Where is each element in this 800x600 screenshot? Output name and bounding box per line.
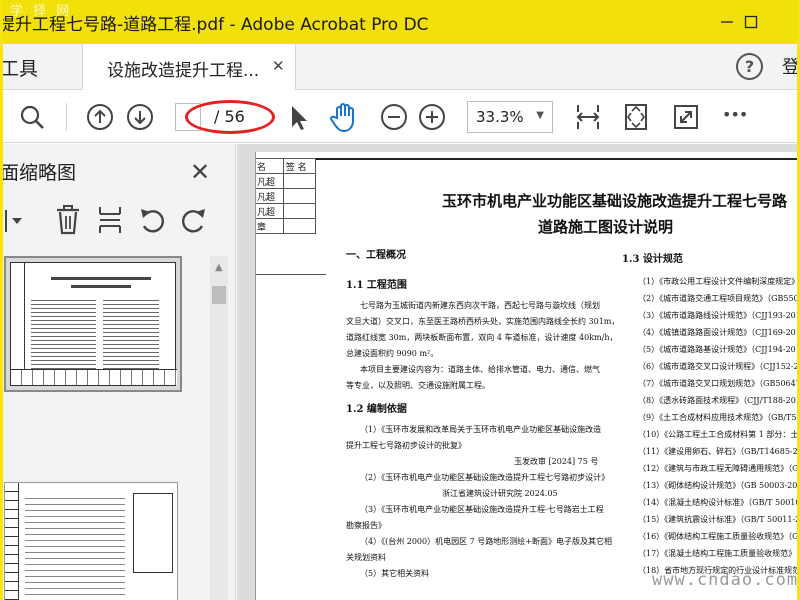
chevron-down-icon: ▼ — [536, 110, 544, 121]
spec-line: （1）《市政公用工程设计文件编制深度规定》(建 — [638, 277, 800, 286]
sign-in-button[interactable]: 登 — [782, 53, 800, 79]
spec-line: （16）《砌体结构工程施工质量验收规范》（GB 50 — [638, 532, 800, 541]
spec-line: （3）《城市道路路线设计规范》（CJJ193-2012） — [638, 311, 800, 320]
page-border — [316, 158, 800, 160]
spec-line: （17）《混凝土结构工程施工质量验收规范》（GB — [638, 549, 800, 558]
title-bar: 学 择 网 提升工程七号路-道路工程.pdf - Adobe Acrobat P… — [0, 0, 800, 44]
document-page: 名签 名 凡超 凡超 凡超 章 玉环市机电产业功能区基础设施改造提升工程七号路 … — [255, 152, 800, 600]
paragraph-line: 勘察报告》 — [346, 521, 386, 530]
maximize-button[interactable] — [728, 0, 774, 44]
spec-line: （8）《透水砖路面技术规程》（CJJ/T188-2012） — [638, 396, 800, 405]
signature-table: 名签 名 凡超 凡超 凡超 章 — [256, 158, 317, 234]
spec-line: （15）《建筑抗震设计标准》（GB/T 50011-2010）( — [638, 515, 800, 524]
main-toolbar: / 56 33.3% ▼ ••• — [0, 91, 800, 143]
next-page-icon[interactable] — [124, 101, 156, 133]
maximize-icon — [744, 15, 758, 29]
spec-line: （14）《混凝土结构设计标准》（GB/T 50010-2010 — [638, 498, 800, 507]
extract-pages-icon[interactable] — [96, 204, 124, 236]
scrollbar-thumb[interactable] — [212, 286, 226, 304]
zoom-level-value: 33.3% — [476, 108, 524, 126]
spec-line: （13）《砌体结构设计规范》（GB 50003-2011） — [638, 481, 800, 490]
paragraph-line: 本项目主要建设内容为：道路主体、给排水管道、电力、通信、燃气 — [360, 365, 600, 374]
document-viewer[interactable]: 名签 名 凡超 凡超 凡超 章 玉环市机电产业功能区基础设施改造提升工程七号路 … — [237, 144, 800, 600]
paragraph-line: 玉发改审 [2024] 75 号 — [514, 457, 599, 466]
spec-line: （10）《公路工程土工合成材料第 1 部分：土工格栅 — [638, 430, 800, 439]
spec-line: （9）《土工合成材料应用技术规范》（GB/T50290- — [638, 413, 800, 422]
options-dropdown-icon[interactable] — [0, 206, 28, 236]
close-tab-icon[interactable]: ✕ — [272, 57, 285, 75]
spec-line: （4）《城镇道路路面设计规范》（CJJ169-2012） — [638, 328, 800, 337]
paragraph-line: （3）《玉环市机电产业功能区基础设施改造提升工程-七号路岩土工程 — [360, 505, 604, 514]
annotation-ellipse — [185, 100, 275, 134]
spec-line: （7）《城市道路交叉口规划规范》（GB50647-2011 — [638, 379, 800, 388]
paragraph-line: 文旦大道）交叉口，东至医王路桥西桥头处，实施范围内路线全长约 301m， — [346, 317, 620, 326]
paragraph-line: 总建设面积约 9090 m²。 — [346, 349, 439, 358]
fit-width-icon[interactable] — [572, 101, 604, 133]
close-panel-icon[interactable]: ✕ — [190, 158, 210, 186]
panel-title: 面缩略图 — [0, 162, 77, 184]
thumbnail-scrollbar[interactable]: ▲ — [210, 256, 228, 600]
scroll-up-icon[interactable]: ▲ — [215, 262, 223, 273]
spec-line: （12）《建筑与市政工程无障碍通用规范》（GB55 — [638, 464, 800, 473]
trash-icon[interactable] — [54, 204, 82, 236]
paragraph-line: （4）《(台州 2000）机电园区 7 号路地形测绘+断面》电子版及其它相 — [360, 537, 612, 546]
paragraph-line: （1）《玉环市发展和改革局关于玉环市机电产业功能区基础设施改造 — [360, 425, 602, 434]
paragraph-line: （5）其它相关资料 — [360, 569, 430, 578]
signature-divider — [256, 274, 326, 275]
more-tools-icon[interactable]: ••• — [722, 105, 748, 124]
paragraph-line: 提升工程七号路初步设计的批复》 — [346, 441, 466, 450]
panel-toolbar — [0, 200, 236, 244]
zoom-in-icon[interactable] — [416, 101, 448, 133]
paragraph-line: （2）《玉环市机电产业功能区基础设施改造提升工程七号路初步设计》 — [360, 473, 610, 482]
rotate-right-icon[interactable] — [180, 206, 208, 234]
tab-bar: 工具 设施改造提升工程... ✕ ? 登 — [0, 44, 800, 90]
document-tab-label: 设施改造提升工程... — [107, 61, 260, 81]
fit-page-icon[interactable] — [620, 101, 652, 133]
section-heading: 1.3 设计规范 — [622, 254, 683, 265]
page-thumbnail[interactable] — [4, 482, 178, 600]
paragraph-line: 七号路为玉城街道内新建东西向次干路，西起七号路与漩坎线（规划 — [360, 301, 600, 310]
page-thumbnail[interactable] — [4, 256, 182, 392]
toolbar-divider — [66, 103, 67, 131]
section-heading: 1.1 工程范围 — [346, 280, 407, 291]
previous-page-icon[interactable] — [84, 101, 116, 133]
title-watermark: 学 择 网 — [10, 4, 73, 19]
document-title: 玉环市机电产业功能区基础设施改造提升工程七号路 — [442, 192, 788, 210]
help-icon[interactable]: ? — [736, 53, 763, 80]
hand-tool-icon[interactable] — [328, 101, 360, 133]
document-tab[interactable]: 设施改造提升工程... ✕ — [82, 44, 296, 90]
paragraph-line: 关规划资料 — [346, 553, 386, 562]
document-subtitle: 道路施工图设计说明 — [538, 218, 674, 236]
full-screen-icon[interactable] — [670, 101, 702, 133]
spec-line: （2）《城市道路交通工程项目规范》（GB55011-20 — [638, 294, 800, 303]
spec-line: （5）《城市道路路基设计规范》（CJJ194-2013） — [638, 345, 800, 354]
zoom-level-select[interactable]: 33.3% ▼ — [467, 101, 553, 133]
paragraph-line: 浙江省建筑设计研究院 2024.05 — [442, 489, 558, 498]
rotate-left-icon[interactable] — [138, 206, 166, 234]
section-heading: 1.2 编制依据 — [346, 404, 407, 415]
spec-line: （6）《城市道路交叉口设计规程》（CJJ152-2010） — [638, 362, 800, 371]
spec-line: （11）《建设用卵石、碎石》（GB/T14685-2022） — [638, 447, 800, 456]
select-tool-icon[interactable] — [282, 101, 314, 133]
search-icon[interactable] — [16, 101, 48, 133]
paragraph-line: 道路红线宽 30m，两块板断面布置，双向 4 车道标准，设计速度 40km/h， — [346, 333, 618, 342]
site-watermark: www.cndao.com — [652, 570, 799, 590]
thumbnail-list: 3 — [0, 256, 210, 600]
tools-tab[interactable]: 工具 — [0, 54, 38, 81]
zoom-out-icon[interactable] — [378, 101, 410, 133]
thumbnail-panel: 面缩略图 ✕ 3 ▲ — [0, 144, 236, 600]
paragraph-line: 等专业，以及照明、交通设施附属工程。 — [346, 381, 490, 390]
section-heading: 一、工程概况 — [346, 250, 406, 261]
